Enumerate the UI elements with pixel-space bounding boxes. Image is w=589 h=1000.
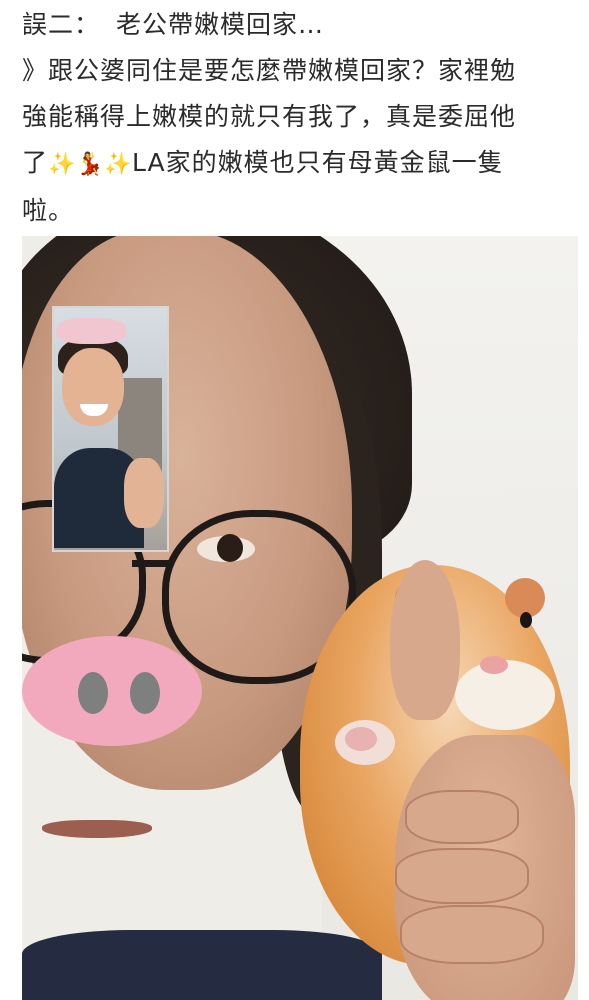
glasses-bridge — [132, 560, 172, 567]
sparkles-icon: ✨ — [48, 152, 77, 177]
hamster-nose — [480, 656, 508, 674]
post-line-2: 》跟公婆同住是要怎麼帶嫩模回家？家裡勉 — [22, 56, 517, 85]
woman-dancing-icon: 💃 — [76, 152, 105, 177]
post-line-4-end: LA家的嫩模也只有母黃金鼠一隻 — [132, 148, 504, 177]
finger — [405, 790, 519, 844]
post-line-4-start: 了 — [22, 148, 49, 177]
post-photo[interactable] — [22, 236, 578, 1000]
post-line-5: 啦。 — [22, 196, 75, 225]
inset-woman-arm — [124, 458, 164, 528]
man-shirt — [22, 930, 382, 1000]
post-line-1: 誤二： 老公帶嫩模回家… — [22, 2, 582, 48]
pig-nostril-right — [130, 672, 160, 714]
video-call-inset — [52, 306, 169, 552]
inset-woman-headband — [56, 318, 126, 344]
post-heading-text: 老公帶嫩模回家… — [116, 10, 325, 39]
post-text: 誤二： 老公帶嫩模回家… 》跟公婆同住是要怎麼帶嫩模回家？家裡勉 強能稱得上嫩模的… — [22, 2, 582, 234]
hamster-paw-pad — [345, 727, 377, 751]
post-heading-label: 誤二： — [22, 10, 101, 39]
holding-thumb — [390, 560, 460, 720]
hamster-eye-far — [520, 612, 532, 628]
pig-nostril-left — [78, 672, 108, 714]
finger — [395, 848, 529, 904]
sparkles-icon: ✨ — [104, 152, 133, 177]
man-mouth — [42, 820, 152, 838]
post-line-3: 強能稱得上嫩模的就只有我了，真是委屈他 — [22, 102, 517, 131]
post-line-4: 了✨💃✨LA家的嫩模也只有母黃金鼠一隻 — [22, 140, 582, 188]
finger — [400, 905, 544, 964]
pig-nose-sticker — [22, 636, 202, 746]
